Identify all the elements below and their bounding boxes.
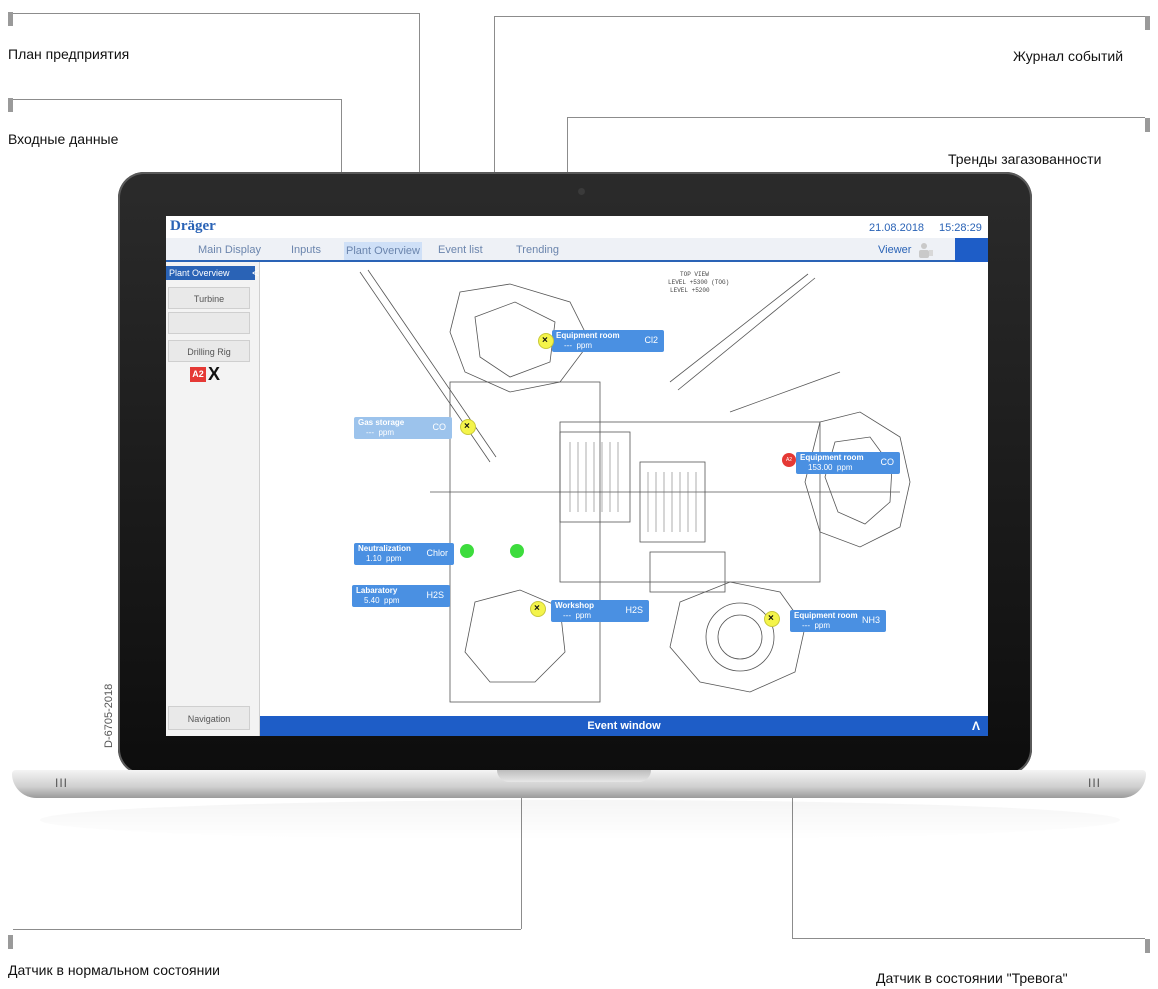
sensor-value: 153.00 ppm: [808, 463, 853, 472]
sidebar-item-drilling-rig[interactable]: Drilling Rig: [168, 340, 250, 362]
warning-x-icon: ×: [460, 419, 476, 435]
laptop-notch: [497, 770, 651, 782]
callout-marker: [8, 98, 13, 112]
alarm-badge: A2: [190, 367, 206, 382]
vent-icon: III: [1088, 776, 1102, 790]
sensor-tag[interactable]: Workshop --- ppm H2S: [551, 600, 649, 622]
chevron-left-icon[interactable]: <: [252, 266, 259, 280]
plan-title: TOP VIEW: [680, 271, 709, 278]
callout-marker: [1145, 939, 1150, 953]
warning-x-icon: ×: [538, 333, 554, 349]
callout-event-log: Журнал событий: [1013, 48, 1124, 64]
user-icon[interactable]: [918, 241, 934, 259]
callout-gas-trends: Тренды загазованности: [948, 151, 1102, 167]
brand-logo: Dräger: [170, 218, 216, 234]
sensor-value: --- ppm: [563, 611, 592, 620]
sensor-value: 1.10 ppm: [366, 554, 402, 563]
sensor-name: Gas storage: [358, 418, 405, 427]
normal-dot: [460, 544, 474, 558]
navigation-button[interactable]: Navigation: [168, 706, 250, 730]
sensor-gas: CO: [880, 457, 895, 467]
sensor-value: --- ppm: [366, 428, 395, 437]
leader-line: [13, 929, 521, 930]
sensor-gas: H2S: [625, 605, 643, 615]
leader-line: [13, 13, 419, 14]
title-bar: Dräger 21.08.2018 15:28:29: [166, 216, 988, 238]
menu-button[interactable]: [955, 238, 988, 262]
tab-event-list[interactable]: Event list: [438, 244, 483, 256]
sensor-gas: CO: [432, 422, 447, 432]
callout-sensor-normal: Датчик в нормальном состоянии: [8, 962, 220, 978]
sidebar-title: Plant Overview: [169, 268, 230, 278]
sensor-name: Labaratory: [356, 586, 398, 595]
tab-plant-overview[interactable]: Plant Overview: [344, 242, 422, 260]
alarm-dot: A2: [782, 453, 796, 467]
sensor-tag[interactable]: Labaratory 5.40 ppm H2S: [352, 585, 450, 607]
callout-sensor-alarm: Датчик в состоянии "Тревога": [876, 970, 1068, 986]
leader-line: [567, 117, 1145, 118]
tab-inputs[interactable]: Inputs: [291, 244, 321, 256]
callout-plant-plan: План предприятия: [8, 46, 130, 62]
sensor-gas: H2S: [426, 590, 444, 600]
sensor-name: Workshop: [555, 601, 594, 610]
event-window-bar[interactable]: Event window Λ: [260, 716, 988, 736]
time-display: 15:28:29: [939, 222, 982, 234]
plan-level-2: LEVEL +5200: [670, 287, 710, 294]
main-nav: Main Display Inputs Plant Overview Event…: [166, 238, 988, 262]
warning-x-icon: ×: [530, 601, 546, 617]
date-display: 21.08.2018: [869, 222, 925, 234]
tab-trending[interactable]: Trending: [516, 244, 559, 256]
sensor-tag[interactable]: Neutralization 1.10 ppm Chlor: [354, 543, 454, 565]
leader-line: [792, 938, 1145, 939]
plan-level-1: LEVEL +5300 (TOG): [668, 279, 729, 286]
callout-marker: [1145, 16, 1150, 30]
callout-inputs: Входные данные: [8, 131, 119, 147]
sensor-name: Neutralization: [358, 544, 411, 553]
chevron-up-icon[interactable]: Λ: [972, 716, 980, 736]
warning-x-icon: X: [208, 364, 221, 384]
leader-line: [494, 16, 1145, 17]
sidebar-header[interactable]: Plant Overview <: [166, 266, 259, 280]
table-reflection: [40, 800, 1120, 840]
document-code: D-6705-2018: [103, 683, 115, 748]
leader-line: [13, 99, 341, 100]
callout-marker: [8, 12, 13, 26]
sensor-tag[interactable]: Gas storage --- ppm CO: [354, 417, 452, 439]
sidebar-item-turbine[interactable]: Turbine: [168, 287, 250, 309]
user-role: Viewer: [878, 244, 912, 256]
normal-dot: [510, 544, 524, 558]
sensor-gas: Cl2: [644, 335, 658, 345]
sensor-tag[interactable]: Equipment room 153.00 ppm CO: [796, 452, 900, 474]
app-screen: Dräger 21.08.2018 15:28:29 Main Display …: [166, 216, 988, 736]
sensor-name: Equipment room: [794, 611, 858, 620]
tab-main-display[interactable]: Main Display: [198, 244, 261, 256]
sensor-name: Equipment room: [556, 331, 620, 340]
sensor-name: Equipment room: [800, 453, 864, 462]
warning-x-icon: ×: [764, 611, 780, 627]
event-window-label: Event window: [587, 720, 661, 732]
sensor-value: --- ppm: [564, 341, 593, 350]
sidebar-item-empty[interactable]: [168, 312, 250, 334]
sensor-value: 5.40 ppm: [364, 596, 400, 605]
vent-icon: III: [55, 776, 69, 790]
sensor-value: --- ppm: [802, 621, 831, 630]
callout-marker: [8, 935, 13, 949]
sensor-gas: Chlor: [426, 548, 448, 558]
camera-icon: [578, 188, 585, 195]
sensor-gas: NH3: [861, 615, 880, 625]
callout-marker: [1145, 118, 1150, 132]
sensor-tag[interactable]: Equipment room --- ppm NH3: [790, 610, 886, 632]
sensor-tag[interactable]: Equipment room --- ppm Cl2: [552, 330, 664, 352]
